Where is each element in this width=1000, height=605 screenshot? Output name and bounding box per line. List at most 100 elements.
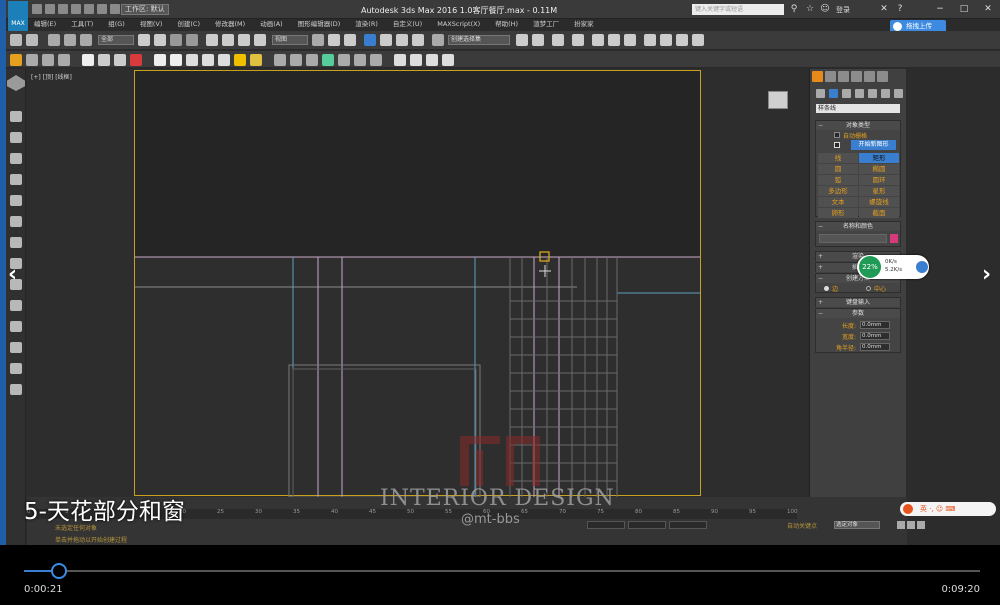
snaps-toggle-icon[interactable] [364,34,376,46]
scale-icon[interactable] [238,34,250,46]
frame-buffer-icon[interactable] [410,54,422,66]
menu-rendering[interactable]: 渲染(R) [355,19,378,30]
render-setup-icon[interactable] [644,34,656,46]
login-button[interactable]: 登录 [836,5,850,15]
workspace-dropdown[interactable]: 工作区: 默认 [121,4,169,15]
name-color-header[interactable]: − 名称和颜色 [816,222,900,231]
star-icon[interactable] [10,342,22,353]
window-crossing-icon[interactable] [186,34,198,46]
next-arrow-icon[interactable]: › [982,262,991,287]
menu-help[interactable]: 帮助(H) [495,19,518,30]
move-icon[interactable] [206,34,218,46]
egg-button[interactable]: 卵形 [818,208,858,218]
keyboard-input-header[interactable]: + 键盘输入 [816,298,900,307]
material-ball-icon[interactable] [394,54,406,66]
tool-icon-3[interactable] [58,54,70,66]
spacewarps-icon[interactable] [881,89,890,98]
angle-snap-icon[interactable] [380,34,392,46]
material-editor-icon[interactable] [624,34,636,46]
menu-edit[interactable]: 编辑(E) [34,19,56,30]
placement-icon[interactable] [254,34,266,46]
help-icon[interactable]: ? [894,3,906,15]
helpers-icon[interactable] [868,89,877,98]
line-button[interactable]: 线 [818,153,858,163]
section-button[interactable]: 截面 [859,208,899,218]
tool-icon-5[interactable] [354,54,366,66]
scene-explorer-icon[interactable] [7,75,25,91]
move-arrows-icon[interactable] [10,195,22,206]
user-icon[interactable]: ☺ [819,3,831,15]
tool-icon-4[interactable] [338,54,350,66]
menu-banjiajia[interactable]: 扮家家 [574,19,594,30]
tool-icon-2[interactable] [42,54,54,66]
select-manipulate-icon[interactable] [328,34,340,46]
layer-explorer-icon[interactable] [552,34,564,46]
image-icon[interactable] [10,111,22,122]
menu-customize[interactable]: 自定义(U) [393,19,422,30]
teapot-icon[interactable] [692,34,704,46]
ngon-button[interactable]: 多边形 [818,186,858,196]
toolbar-help-icon[interactable] [442,54,454,66]
project-folder-icon[interactable] [97,4,107,14]
layout-icon[interactable] [10,132,22,143]
menu-views[interactable]: 视图(V) [140,19,163,30]
utilities-tab-icon[interactable] [877,71,888,82]
video-seek-knob[interactable] [51,563,68,579]
object-name-field[interactable] [819,234,887,243]
cameras-icon[interactable] [855,89,864,98]
ball-icon[interactable] [186,54,198,66]
z-coord-field[interactable] [669,521,707,529]
prev-arrow-icon[interactable]: ‹ [8,262,17,287]
pivot-icon[interactable] [312,34,324,46]
spinner-snap-icon[interactable] [412,34,424,46]
edge-radio[interactable] [824,286,829,291]
menu-graph-editors[interactable]: 图形编辑器(D) [298,19,341,30]
network-speed-widget[interactable]: 22% 0K/s 5.2K/s [857,255,929,279]
x-coord-field[interactable] [587,521,625,529]
unlink-icon[interactable] [64,34,76,46]
menu-group[interactable]: 组(G) [108,19,125,30]
rectangle-button[interactable]: 矩形 [859,153,899,163]
go-start-icon[interactable] [897,521,905,529]
object-type-header[interactable]: − 对象类型 [816,121,900,130]
select-object-icon[interactable] [138,34,150,46]
edit-named-sel-icon[interactable] [432,34,444,46]
start-new-shape-button[interactable]: 开始新图形 [851,140,896,150]
ies-icon[interactable] [250,54,262,66]
maximize-icon[interactable]: □ [958,3,970,15]
menu-modifiers[interactable]: 修改器(M) [215,19,245,30]
fur-icon[interactable] [274,54,286,66]
ellipse-button[interactable]: 椭圆 [859,164,899,174]
auto-key-label[interactable]: 自动关键点 [787,521,817,530]
circle-button[interactable]: 圆 [818,164,858,174]
settings-icon[interactable] [426,54,438,66]
keyboard-shortcut-icon[interactable] [344,34,356,46]
rect-selection-icon[interactable] [170,34,182,46]
video-seek-track[interactable] [24,570,980,572]
edit-icon[interactable] [10,153,22,164]
light-icon[interactable] [82,54,94,66]
tool-icon-1[interactable] [26,54,38,66]
select-by-name-icon[interactable] [154,34,166,46]
geometry-icon[interactable] [816,89,825,98]
systems-icon[interactable] [894,89,903,98]
object-color-swatch[interactable] [890,234,898,243]
sun-icon[interactable] [234,54,246,66]
open-file-icon[interactable] [45,4,55,14]
menu-maxscript[interactable]: MAXScript(X) [437,19,480,30]
ribbon-icon[interactable] [572,34,584,46]
curve-editor-icon[interactable] [592,34,604,46]
motion-tab-icon[interactable] [851,71,862,82]
menu-xuanmeng[interactable]: 渲梦工厂 [533,19,559,30]
prev-frame-icon[interactable] [907,521,915,529]
tool-icon-6[interactable] [370,54,382,66]
selection-filter-dropdown[interactable]: 全部 [98,35,134,45]
center-radio[interactable] [866,286,871,291]
bind-spacewarp-icon[interactable] [80,34,92,46]
new-file-icon[interactable] [32,4,42,14]
length-spinner[interactable]: 0.0mm [860,321,890,329]
plane-icon[interactable] [154,54,166,66]
menu-animation[interactable]: 动画(A) [260,19,283,30]
menu-tools[interactable]: 工具(T) [71,19,93,30]
align-icon[interactable] [532,34,544,46]
